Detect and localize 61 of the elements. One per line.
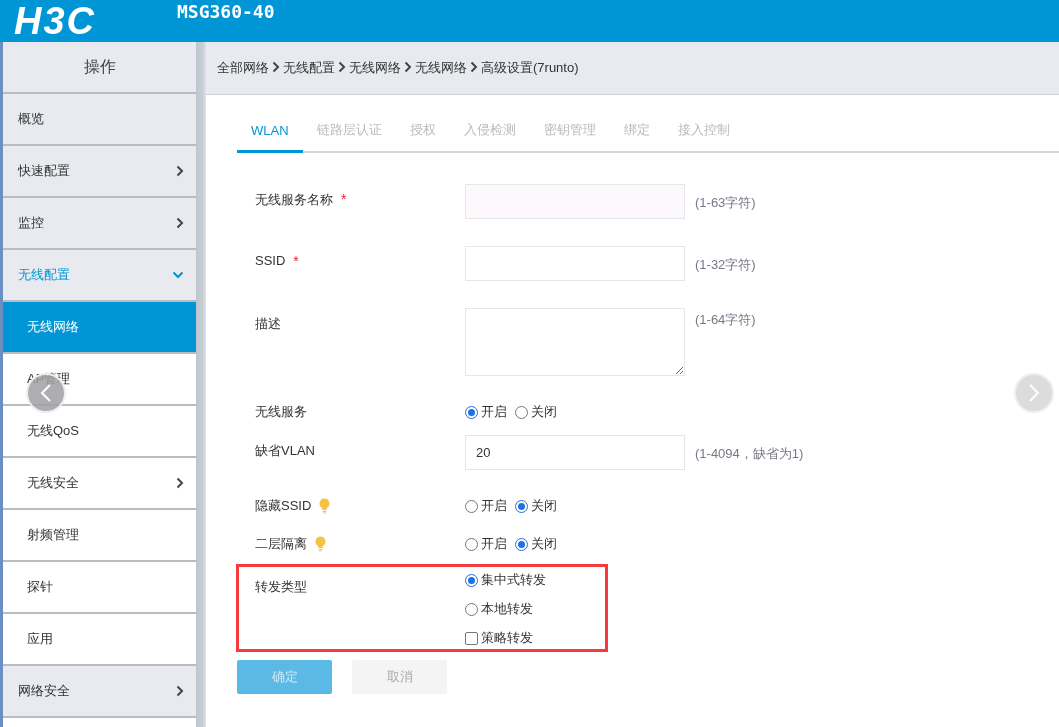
radio-button[interactable] <box>465 405 478 419</box>
text-field[interactable]: 20 <box>465 435 685 470</box>
field-label: 描述 <box>255 315 281 333</box>
logo: H3C <box>14 0 98 42</box>
text-field[interactable] <box>465 246 685 281</box>
breadcrumb-item[interactable]: 高级设置(7runto) <box>481 59 579 77</box>
breadcrumb-separator-icon <box>338 60 346 73</box>
chevron-right-icon <box>176 477 184 489</box>
field-label: 隐藏SSID <box>255 497 312 515</box>
radio-button[interactable] <box>515 499 528 513</box>
breadcrumb-item[interactable]: 无线配置 <box>283 59 335 77</box>
hint-text: (1-64字符) <box>695 311 756 329</box>
hint-text: (1-32字符) <box>695 256 756 274</box>
lightbulb-icon <box>315 536 326 552</box>
radio-button[interactable] <box>515 405 528 419</box>
radio-button[interactable] <box>465 499 478 513</box>
option-label: 关闭 <box>531 535 557 553</box>
option-label: 开启 <box>481 535 507 553</box>
option-label: 本地转发 <box>481 600 533 618</box>
chevron-down-icon <box>172 271 184 279</box>
chevron-left-icon <box>40 383 52 403</box>
chevron-right-icon <box>176 165 184 177</box>
option-label: 关闭 <box>531 403 557 421</box>
chevron-right-icon <box>1028 383 1040 403</box>
sidebar-title: 操作 <box>3 42 196 94</box>
radio-button[interactable] <box>465 573 478 587</box>
breadcrumb-separator-icon <box>272 60 280 73</box>
option-label: 策略转发 <box>481 629 533 647</box>
sidebar-item[interactable]: 监控 <box>3 198 196 250</box>
radio-button[interactable] <box>465 537 478 551</box>
radio-button[interactable] <box>515 537 528 551</box>
sidebar-item[interactable]: 快速配置 <box>3 146 196 198</box>
chevron-right-icon <box>176 685 184 697</box>
option-label: 关闭 <box>531 497 557 515</box>
option-label: 集中式转发 <box>481 571 546 589</box>
field-label: 转发类型 <box>255 578 307 596</box>
breadcrumb-item[interactable]: 无线网络 <box>415 59 467 77</box>
sidebar-item[interactable]: 概览 <box>3 94 196 146</box>
field-label: 缺省VLAN <box>255 442 315 460</box>
checkbox[interactable] <box>465 631 478 645</box>
hint-text: (1-63字符) <box>695 194 756 212</box>
device-model: MSG360-40 <box>177 1 275 22</box>
option-label: 开启 <box>481 403 507 421</box>
field-label: SSID <box>255 253 286 268</box>
chevron-right-icon <box>176 217 184 229</box>
required-mark: * <box>293 253 299 269</box>
text-field[interactable] <box>465 184 685 219</box>
breadcrumb-item[interactable]: 全部网络 <box>217 59 269 77</box>
breadcrumb-separator-icon <box>470 60 478 73</box>
lightbulb-icon <box>319 498 331 514</box>
description-field[interactable] <box>465 308 685 376</box>
option-label: 开启 <box>481 497 507 515</box>
required-mark: * <box>341 191 347 207</box>
field-label: 无线服务 <box>255 403 307 421</box>
breadcrumb-separator-icon <box>404 60 412 73</box>
hint-text: (1-4094，缺省为1) <box>695 445 804 463</box>
field-label: 二层隔离 <box>255 535 307 553</box>
breadcrumb-item[interactable]: 无线网络 <box>349 59 401 77</box>
field-label: 无线服务名称 <box>255 191 333 209</box>
sidebar-item[interactable]: 网络安全 <box>3 666 196 718</box>
radio-button[interactable] <box>465 602 478 616</box>
